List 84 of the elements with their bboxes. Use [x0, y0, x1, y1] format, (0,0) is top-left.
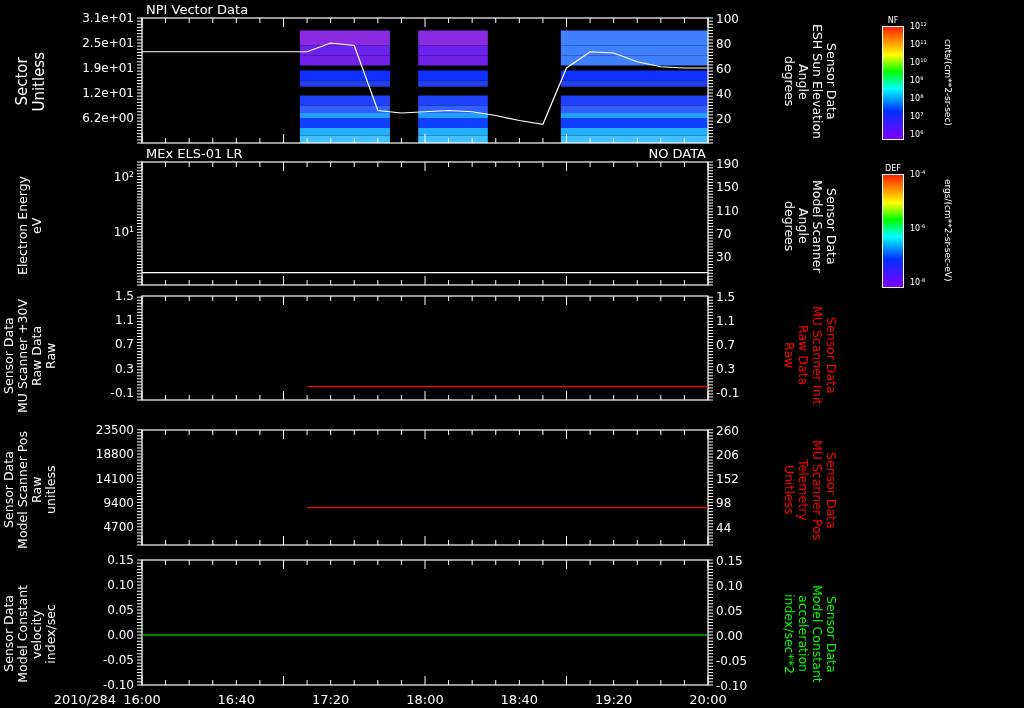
tick-label: 260 — [716, 423, 739, 438]
tick-label: 152 — [716, 472, 739, 486]
tick-label: 0.7 — [716, 337, 736, 352]
axis-label: Sensor Data MU Scanner Init Raw Data Raw — [782, 306, 838, 405]
colorbar-tick: 10$^{9}$ — [910, 76, 925, 86]
colorbar-units: cnts/(cm**2-sr-sec) — [942, 37, 953, 128]
tick-label: 0.05 — [716, 603, 743, 618]
time-label: 18:00 — [406, 692, 444, 707]
colorbar-tick: 10$^{6}$ — [910, 130, 925, 140]
axis-label: Sector Unitless — [13, 51, 47, 112]
tick-label: 60 — [716, 61, 732, 76]
tick-label: 0.15 — [716, 553, 743, 568]
tick-label: 20 — [716, 111, 732, 126]
tick-label: 0.10 — [716, 578, 743, 593]
tick-label: 0.7 — [114, 337, 134, 352]
tick-label: 10$^{2}$ — [113, 170, 134, 184]
tick-label: 1.5 — [114, 289, 134, 303]
tick-label: -0.1 — [716, 386, 740, 401]
time-label: 17:20 — [311, 692, 350, 707]
time-label: 20:00 — [689, 692, 727, 707]
tick-label: 1.1 — [114, 313, 134, 328]
colorbar-tick: 10$^{12}$ — [910, 22, 928, 32]
panel-title: NPI Vector Data — [146, 2, 249, 17]
colorbar-tick: 10$^{7}$ — [910, 112, 925, 122]
tick-label: 10$^{1}$ — [113, 225, 134, 239]
panel-title: MEx ELS-01 LR — [146, 146, 243, 161]
tick-label: 150 — [716, 180, 739, 195]
colorbar-title: DEF — [885, 164, 901, 174]
axis-label: Sensor Data Model Scanner Angle degrees — [782, 179, 838, 273]
time-label: 18:40 — [500, 692, 539, 707]
tick-label: 1.5 — [716, 289, 736, 304]
tick-label: -0.05 — [102, 653, 134, 667]
tick-label: 1.1 — [716, 313, 736, 328]
no-data-label: NO DATA — [648, 146, 706, 161]
tick-label: 1.9e+01 — [82, 61, 134, 75]
axis-label: Sensor Data Model Scanner Pos Raw unitless — [2, 431, 58, 549]
axis-label: Sensor Data Model Constant acceleration index/sec**2 — [782, 585, 838, 683]
tick-label: 190 — [716, 156, 739, 171]
tick-label: 206 — [716, 447, 739, 462]
tick-label: 6.2e+00 — [82, 111, 134, 125]
tick-label: 3.1e+01 — [82, 11, 134, 25]
tick-label: 23500 — [95, 423, 134, 437]
colorbar-tick: 10$^{-6}$ — [910, 224, 927, 234]
date-label: 2010/284 — [53, 692, 116, 707]
tick-label: 110 — [716, 203, 739, 218]
colorbar-tick: 10$^{-4}$ — [910, 170, 927, 180]
time-label: 16:40 — [217, 692, 256, 707]
tick-label: 70 — [716, 226, 732, 241]
axis-label: Sensor Data MU Scanner +30V Raw Data Raw — [2, 298, 58, 413]
tick-label: 30 — [716, 250, 732, 265]
tick-label: 0.00 — [716, 628, 743, 643]
tick-label: -0.1 — [110, 385, 134, 400]
tick-label: -0.10 — [716, 678, 748, 693]
tick-label: 0.00 — [107, 628, 134, 642]
tick-label: 0.3 — [716, 362, 736, 377]
tick-label: 1.2e+01 — [82, 86, 134, 100]
tick-label: 14100 — [95, 471, 134, 486]
tick-label: 4700 — [103, 520, 134, 535]
tick-label: 80 — [716, 36, 732, 51]
tick-label: 0.05 — [107, 603, 134, 617]
colorbar-tick: 10$^{11}$ — [910, 40, 928, 50]
colorbar-units: ergs/(cm**2-sr-sec-eV) — [942, 177, 953, 284]
tick-label: 44 — [716, 520, 732, 535]
tick-label: 0.10 — [107, 578, 134, 592]
tick-label: 2.5e+01 — [82, 36, 134, 50]
colorbar-tick: 10$^{8}$ — [910, 94, 925, 104]
tick-label: 0.15 — [107, 553, 134, 567]
colorbar-tick: 10$^{-8}$ — [910, 278, 927, 288]
tick-label: 18800 — [95, 447, 134, 462]
tick-label: -0.10 — [102, 678, 134, 692]
time-label: 16:00 — [123, 692, 161, 707]
axis-label: Sensor Data Model Constant velocity index/sec — [2, 585, 58, 683]
tick-label: 9400 — [103, 495, 134, 510]
colorbar-title: NF — [887, 16, 899, 26]
tick-label: -0.05 — [716, 653, 748, 668]
time-label: 19:20 — [594, 692, 633, 707]
tick-label: 98 — [716, 496, 732, 511]
tick-label: 100 — [716, 11, 739, 26]
tick-label: 0.3 — [114, 361, 134, 376]
axis-label: Sensor Data ESH Sun Elevation Angle degrees — [782, 24, 838, 139]
tick-label: 40 — [716, 86, 732, 101]
colorbar-tick: 10$^{10}$ — [910, 58, 928, 68]
axis-label: Electron Energy eV — [16, 176, 44, 276]
axis-label: Sensor Data MU Scanner Pos Telemetry Unitless — [782, 439, 838, 541]
